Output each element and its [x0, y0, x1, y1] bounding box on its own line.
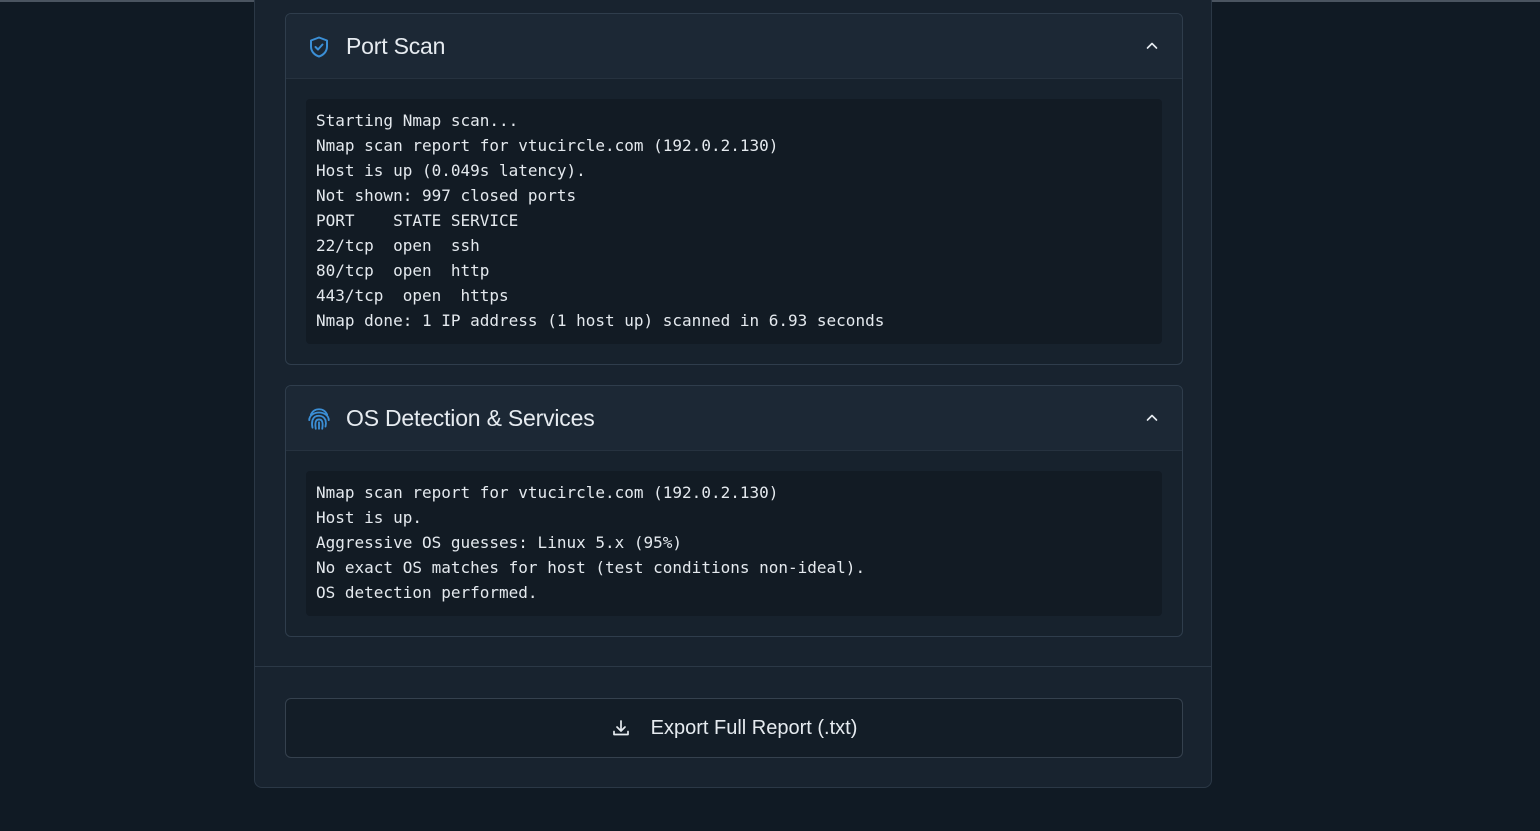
section-title: OS Detection & Services	[346, 405, 595, 431]
output-line: No exact OS matches for host (test condi…	[316, 558, 866, 577]
output-line: Aggressive OS guesses: Linux 5.x (95%)	[316, 533, 683, 552]
port-scan-section: Port Scan Starting Nmap scan... Nmap sca…	[285, 13, 1183, 365]
output-line: Nmap done: 1 IP address (1 host up) scan…	[316, 311, 885, 330]
export-button-label: Export Full Report (.txt)	[650, 716, 858, 739]
footer-divider	[255, 666, 1211, 667]
port-scan-output: Starting Nmap scan... Nmap scan report f…	[306, 99, 1162, 344]
os-detection-section: OS Detection & Services Nmap scan report…	[285, 385, 1183, 637]
port-scan-header[interactable]: Port Scan	[286, 14, 1182, 79]
output-line: Nmap scan report for vtucircle.com (192.…	[316, 136, 779, 155]
output-line: PORT STATE SERVICE	[316, 211, 519, 230]
output-line: Nmap scan report for vtucircle.com (192.…	[316, 483, 779, 502]
shield-check-icon	[306, 34, 332, 60]
os-detection-header[interactable]: OS Detection & Services	[286, 386, 1182, 451]
section-title: Port Scan	[346, 33, 446, 59]
output-line: Host is up.	[316, 508, 422, 527]
output-line: Host is up (0.049s latency).	[316, 161, 586, 180]
output-line: 443/tcp open https	[316, 286, 509, 305]
download-icon	[611, 718, 631, 738]
chevron-up-icon[interactable]	[1144, 410, 1160, 426]
os-detection-output: Nmap scan report for vtucircle.com (192.…	[306, 471, 1162, 616]
fingerprint-icon	[306, 406, 332, 432]
chevron-up-icon[interactable]	[1144, 38, 1160, 54]
output-line: Starting Nmap scan...	[316, 111, 519, 130]
output-line: OS detection performed.	[316, 583, 538, 602]
output-line: 80/tcp open http	[316, 261, 490, 280]
output-line: Not shown: 997 closed ports	[316, 186, 577, 205]
output-line: 22/tcp open ssh	[316, 236, 480, 255]
export-report-button[interactable]: Export Full Report (.txt)	[285, 698, 1183, 758]
